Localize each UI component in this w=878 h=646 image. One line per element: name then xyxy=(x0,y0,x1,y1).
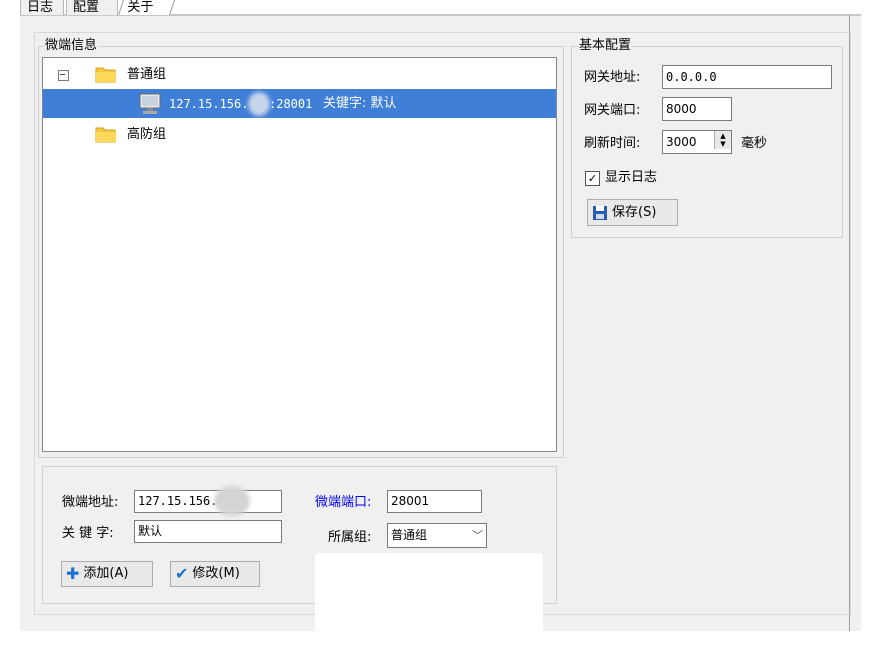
address-input[interactable]: 127.15.156. xyxy=(134,490,282,513)
tab-about-label: 关于 xyxy=(127,0,154,15)
gateway-port-value: 8000 xyxy=(666,102,697,116)
tree-node-client[interactable]: 127.15.156. :28001 关键字: 默认 xyxy=(43,89,556,118)
checkmark-icon: ✔ xyxy=(175,564,189,583)
address-label: 微端地址: xyxy=(62,495,119,510)
show-log-label: 显示日志 xyxy=(605,170,658,185)
gateway-port-label: 网关端口: xyxy=(584,103,641,118)
port-label: 微端端口: xyxy=(315,495,372,510)
group-select[interactable]: 普通组 ﹀ xyxy=(387,523,487,548)
add-button-label: 添加(A) xyxy=(83,566,129,581)
refresh-interval-spinbox[interactable]: 3000 ▲ ▼ xyxy=(662,130,732,154)
chevron-down-icon[interactable]: ﹀ xyxy=(472,524,483,547)
plus-icon: ✚ xyxy=(66,564,80,583)
gateway-address-label: 网关地址: xyxy=(584,70,641,85)
save-icon xyxy=(593,205,607,220)
refresh-interval-label: 刷新时间: xyxy=(584,136,641,151)
show-log-checkbox-row[interactable]: ✓ 显示日志 xyxy=(585,170,657,186)
tree-node-ddos-group[interactable]: 高防组 xyxy=(43,120,556,149)
modify-button[interactable]: ✔ 修改(M) xyxy=(170,561,260,587)
group-select-value: 普通组 xyxy=(391,528,428,542)
redacted-blur xyxy=(214,486,250,516)
tree-node-normal-group[interactable]: 普通组 xyxy=(43,60,556,89)
folder-icon xyxy=(95,127,116,143)
basic-config-title: 基本配置 xyxy=(578,38,633,54)
tab-log[interactable]: 日志 xyxy=(20,0,64,16)
client-keyword-text: 关键字: 默认 xyxy=(323,96,397,111)
save-button-label: 保存(S) xyxy=(612,204,657,220)
keyword-label: 关 键 字: xyxy=(62,526,114,541)
port-value: 28001 xyxy=(391,494,430,508)
keyword-input[interactable]: 默认 xyxy=(134,520,282,543)
refresh-unit-label: 毫秒 xyxy=(741,136,768,151)
redaction-box xyxy=(315,553,543,635)
spinner-arrows-icon[interactable]: ▲ ▼ xyxy=(714,131,731,149)
gateway-address-input[interactable]: 0.0.0.0 xyxy=(662,65,832,89)
save-button[interactable]: 保存(S) xyxy=(587,199,678,226)
show-log-checkbox[interactable]: ✓ xyxy=(585,170,600,186)
tree-node-label: 高防组 xyxy=(127,127,167,142)
tab-config-label: 配置 xyxy=(73,0,100,15)
checkmark-icon: ✓ xyxy=(587,171,598,185)
tab-log-label: 日志 xyxy=(27,0,54,15)
address-value: 127.15.156. xyxy=(138,494,218,508)
client-tree[interactable]: 普通组 127.15.156. :28001 关键字: 默认 高防组 xyxy=(42,57,557,452)
tree-node-label: 普通组 xyxy=(127,67,167,82)
port-input[interactable]: 28001 xyxy=(387,490,482,513)
modify-button-label: 修改(M) xyxy=(192,566,240,581)
folder-icon xyxy=(95,67,116,83)
gateway-port-input[interactable]: 8000 xyxy=(662,97,732,121)
redacted-blur xyxy=(248,92,270,116)
collapse-icon[interactable] xyxy=(58,70,69,81)
client-info-title: 微端信息 xyxy=(44,38,99,54)
add-button[interactable]: ✚ 添加(A) xyxy=(61,561,153,587)
client-ip-text: 127.15.156. xyxy=(169,97,249,111)
computer-icon xyxy=(139,93,161,114)
client-port-text: :28001 xyxy=(269,97,313,111)
gateway-address-value: 0.0.0.0 xyxy=(666,70,717,84)
tab-config[interactable]: 配置 xyxy=(66,0,118,16)
refresh-interval-value: 3000 xyxy=(666,135,697,149)
keyword-value: 默认 xyxy=(138,524,163,538)
group-label: 所属组: xyxy=(328,530,372,545)
